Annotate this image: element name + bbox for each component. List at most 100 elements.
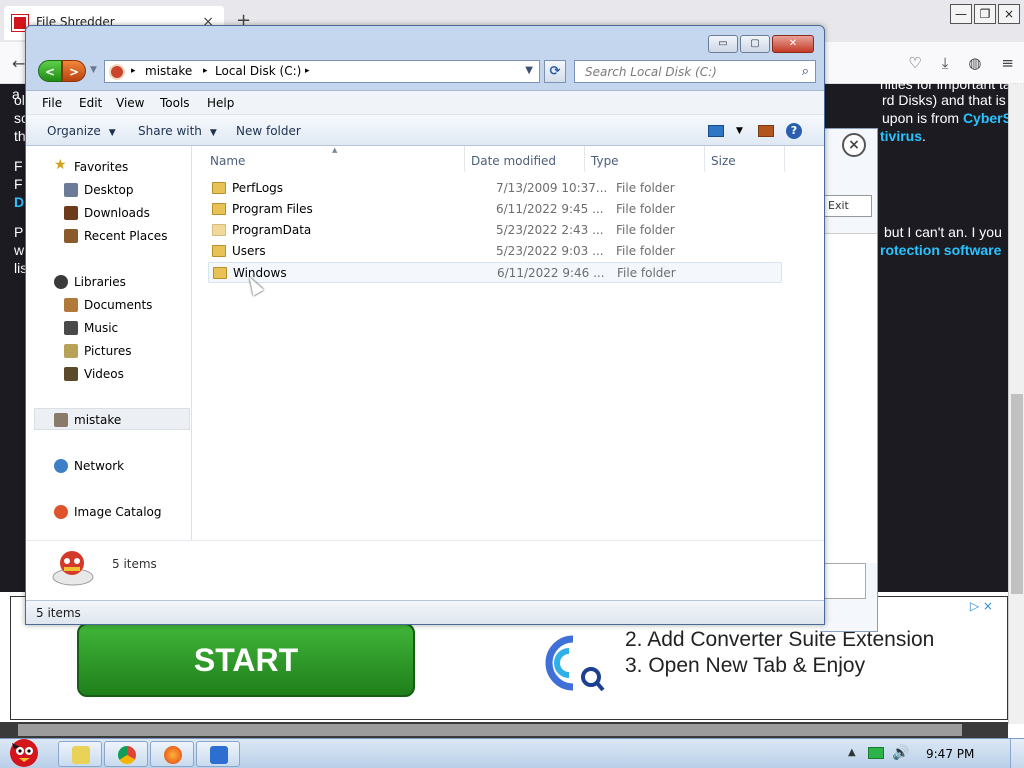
share-with-button[interactable]: Share with ▼ <box>138 124 217 138</box>
chevron-down-icon: ▼ <box>108 128 116 138</box>
downloads-icon[interactable]: ⤓ <box>942 54 949 72</box>
browser-close-button[interactable]: × <box>998 4 1020 24</box>
extension-icon[interactable]: ◍ <box>968 54 981 72</box>
firefox-icon <box>164 746 182 764</box>
shredder-exit-button[interactable]: Exit <box>820 195 872 217</box>
protection-software-link[interactable]: rotection software <box>880 242 1001 258</box>
explorer-close-button[interactable]: ✕ <box>772 35 814 53</box>
clock[interactable]: 9:47 PM <box>926 747 974 761</box>
converter-suite-logo-icon <box>545 635 605 692</box>
file-row-windows[interactable]: Windows 6/11/2022 9:46 ... File folder <box>208 262 782 283</box>
browser-minimize-button[interactable]: — <box>950 4 972 24</box>
column-divider[interactable] <box>584 146 585 172</box>
menu-file[interactable]: File <box>42 96 62 110</box>
file-date: 5/23/2022 2:43 ... <box>496 223 604 237</box>
menu-tools[interactable]: Tools <box>160 96 190 110</box>
explorer-maximize-button[interactable]: ▢ <box>740 35 770 53</box>
taskbar-firefox-button[interactable] <box>150 741 194 767</box>
address-bar[interactable]: ▸ mistake ▸ Local Disk (C:) ▸ ▼ <box>104 60 540 83</box>
page-horizontal-scrollbar[interactable] <box>0 722 1008 738</box>
new-folder-button[interactable]: New folder <box>236 124 301 138</box>
network-status-icon[interactable] <box>868 747 884 759</box>
breadcrumb-local-disk[interactable]: Local Disk (C:) <box>215 64 301 78</box>
back-arrow-icon[interactable]: ← <box>12 54 25 73</box>
scrollbar-thumb[interactable] <box>1011 394 1023 594</box>
nav-label: Favorites <box>74 160 129 174</box>
search-placeholder[interactable]: Search Local Disk (C:) <box>585 65 717 79</box>
status-item-count: 5 items <box>36 606 81 620</box>
menu-edit[interactable]: Edit <box>79 96 102 110</box>
show-desktop-button[interactable] <box>1010 739 1024 768</box>
volume-icon[interactable]: 🔊 <box>892 745 909 761</box>
ad-choices-icon[interactable]: ▷ × <box>970 599 993 613</box>
documents-icon <box>64 298 78 312</box>
image-catalog-icon <box>54 505 68 519</box>
taskbar-chrome-button[interactable] <box>104 741 148 767</box>
address-dropdown-icon[interactable]: ▼ <box>525 65 533 76</box>
taskbar-explorer-button[interactable] <box>58 741 102 767</box>
taskbar-shredder-button[interactable] <box>196 741 240 767</box>
help-icon[interactable]: ? <box>786 123 802 139</box>
organize-button[interactable]: Organize ▼ <box>47 124 116 138</box>
antivirus-link[interactable]: tivirus <box>880 128 922 144</box>
column-divider[interactable] <box>464 146 465 172</box>
search-box[interactable]: Search Local Disk (C:) ⌕ <box>574 60 816 83</box>
menu-help[interactable]: Help <box>207 96 234 110</box>
column-header-size[interactable]: Size <box>711 154 736 168</box>
chrome-icon <box>118 746 136 764</box>
taskbar: ▲ 🔊 9:47 PM <box>0 738 1024 768</box>
show-hidden-icons-icon[interactable]: ▲ <box>848 747 856 758</box>
folder-icon <box>213 267 227 279</box>
change-view-icon[interactable] <box>708 125 724 137</box>
column-divider[interactable] <box>784 146 785 172</box>
breadcrumb-separator[interactable]: ▸ <box>203 66 208 76</box>
page-text-fragment: nities for important tasks som <box>880 76 1024 92</box>
back-button[interactable]: < <box>38 60 62 82</box>
browser-restore-button[interactable]: ❐ <box>974 4 996 24</box>
search-icon[interactable]: ⌕ <box>802 64 809 79</box>
file-row-programdata[interactable]: ProgramData 5/23/2022 2:43 ... File fold… <box>208 220 782 241</box>
column-header-date-modified[interactable]: Date modified <box>471 154 556 168</box>
breadcrumb-mistake[interactable]: mistake <box>145 64 192 78</box>
file-name: ProgramData <box>232 223 312 237</box>
breadcrumb-separator[interactable]: ▸ <box>305 66 310 76</box>
file-row-program-files[interactable]: Program Files 6/11/2022 9:45 ... File fo… <box>208 199 782 220</box>
nav-label: Videos <box>84 367 124 381</box>
menu-icon[interactable]: ≡ <box>1001 54 1014 72</box>
view-options-chevron-icon[interactable]: ▼ <box>736 126 743 136</box>
network-icon <box>54 459 68 473</box>
ad-step-2: 2. Add Converter Suite Extension <box>625 628 935 651</box>
file-shredder-window: × Exit <box>820 128 878 632</box>
breadcrumb-separator[interactable]: ▸ <box>131 66 136 76</box>
menu-view[interactable]: View <box>116 96 144 110</box>
preview-pane-icon[interactable] <box>758 125 774 137</box>
pocket-icon[interactable]: ♡ <box>908 54 921 72</box>
chevron-down-icon: ▼ <box>209 128 217 138</box>
file-type: File folder <box>616 202 675 216</box>
recent-places-icon <box>64 229 78 243</box>
ad-start-button[interactable]: START <box>77 623 415 697</box>
forward-button[interactable]: > <box>62 60 86 82</box>
command-bar: Organize ▼ Share with ▼ New folder ▼ ? <box>26 114 824 146</box>
column-divider[interactable] <box>704 146 705 172</box>
recent-pages-dropdown[interactable]: ▼ <box>90 65 97 75</box>
start-button-icon[interactable] <box>2 733 44 767</box>
page-text-fragment: w <box>14 242 25 258</box>
refresh-button[interactable]: ⟳ <box>544 60 566 83</box>
page-vertical-scrollbar[interactable] <box>1008 84 1024 724</box>
computer-icon <box>54 413 68 427</box>
scrollbar-thumb[interactable] <box>18 724 962 736</box>
explorer-minimize-button[interactable]: ▭ <box>708 35 738 53</box>
file-type: File folder <box>616 223 675 237</box>
column-header-type[interactable]: Type <box>591 154 619 168</box>
folder-icon <box>72 746 90 764</box>
file-row-users[interactable]: Users 5/23/2022 9:03 ... File folder <box>208 241 782 262</box>
page-text-fragment: th <box>14 128 26 144</box>
menu-bar: File Edit View Tools Help <box>26 90 824 114</box>
computer-icon <box>109 64 125 80</box>
shredder-close-button[interactable]: × <box>842 133 866 157</box>
nav-label: Downloads <box>84 206 150 220</box>
column-header-name[interactable]: Name <box>210 154 245 168</box>
file-date: 5/23/2022 9:03 ... <box>496 244 604 258</box>
file-row-perflogs[interactable]: PerfLogs 7/13/2009 10:37... File folder <box>208 178 782 199</box>
